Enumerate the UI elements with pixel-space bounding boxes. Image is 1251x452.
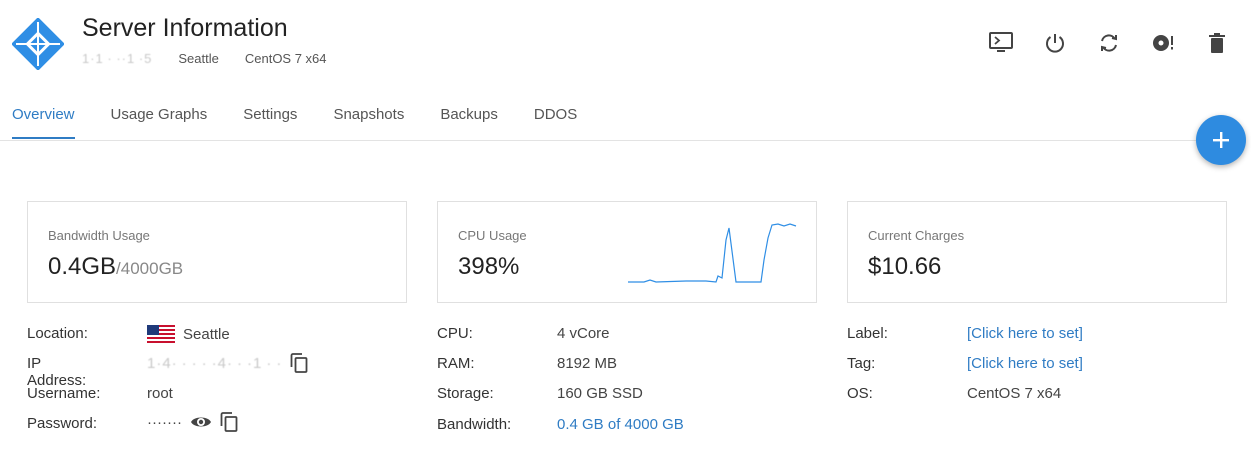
reinstall-icon: [1153, 35, 1173, 51]
cpu-card: CPU Usage 398%: [437, 201, 817, 303]
power-icon: [1046, 34, 1064, 53]
us-flag-icon: [147, 325, 175, 343]
location-text: Seattle: [183, 325, 230, 343]
copy-password-button[interactable]: [220, 412, 238, 432]
tag-label: Tag:: [847, 355, 876, 372]
storage-value: 160 GB SSD: [557, 385, 643, 402]
charges-card-value: $10.66: [868, 253, 942, 280]
tab-usage-graphs[interactable]: Usage Graphs: [111, 106, 208, 139]
eye-icon: [190, 417, 211, 427]
location-value: Seattle: [147, 325, 230, 343]
vultr-logo-icon: [11, 17, 65, 71]
tab-ddos[interactable]: DDOS: [534, 106, 577, 139]
bandwidth-card-label: Bandwidth Usage: [48, 228, 150, 243]
charges-card-label: Current Charges: [868, 228, 965, 243]
os-value: CentOS 7 x64: [967, 385, 1062, 402]
set-label-link[interactable]: [Click here to set]: [967, 325, 1083, 342]
username-value: root: [147, 385, 173, 402]
password-value: ·······: [147, 412, 238, 432]
set-tag-link[interactable]: [Click here to set]: [967, 355, 1083, 372]
restart-icon: [1101, 34, 1117, 52]
charges-card: Current Charges $10.66: [847, 201, 1227, 303]
server-os: CentOS 7 x64: [244, 51, 327, 66]
tab-overview[interactable]: Overview: [12, 106, 75, 139]
ip-label: IP Address:: [27, 355, 87, 389]
ram-value: 8192 MB: [557, 355, 618, 372]
password-text: ·······: [147, 413, 182, 431]
bandwidth-link[interactable]: 0.4 GB of 4000 GB: [557, 416, 684, 433]
copy-icon: [290, 353, 308, 373]
copy-ip-button[interactable]: [290, 353, 308, 373]
cpu-card-value: 398%: [458, 253, 520, 280]
bandwidth-used: 0.4GB: [48, 253, 117, 280]
plus-icon: [1213, 132, 1229, 148]
server-location: Seattle: [178, 51, 219, 66]
bandwidth-label: Bandwidth:: [437, 416, 512, 433]
show-password-button[interactable]: [190, 414, 212, 430]
bandwidth-card: Bandwidth Usage 0.4GB/4000GB: [27, 201, 407, 303]
restart-button[interactable]: [1096, 30, 1122, 56]
tab-bar: Overview Usage Graphs Settings Snapshots…: [12, 106, 577, 139]
page-title: Server Information: [82, 14, 288, 42]
ip-text: 1·​4· · · · ·4· · ·1 · ·: [147, 354, 283, 372]
bandwidth-card-value: 0.4GB/4000GB: [48, 253, 183, 281]
tab-settings[interactable]: Settings: [243, 106, 297, 139]
trash-icon: [1209, 33, 1225, 53]
console-button[interactable]: [988, 30, 1014, 56]
power-button[interactable]: [1042, 30, 1068, 56]
server-ip-masked: 1·1 · ··1 ·5: [82, 51, 153, 66]
os-label: OS:: [847, 385, 873, 402]
ram-label: RAM:: [437, 355, 475, 372]
username-label: Username:: [27, 385, 101, 402]
server-actions: [988, 30, 1230, 56]
storage-label: Storage:: [437, 385, 494, 402]
password-label: Password:: [27, 415, 98, 432]
ip-value: 1·​4· · · · ·4· · ·1 · ·: [147, 353, 308, 373]
add-button[interactable]: [1196, 115, 1246, 165]
label-label: Label:: [847, 325, 888, 342]
server-subinfo: 1·1 · ··1 ·5 Seattle CentOS 7 x64: [82, 51, 327, 66]
tab-backups[interactable]: Backups: [440, 106, 498, 139]
tab-snapshots[interactable]: Snapshots: [333, 106, 404, 139]
copy-icon: [220, 412, 238, 432]
cpu-card-label: CPU Usage: [458, 228, 527, 243]
bandwidth-total: /4000GB: [116, 259, 184, 278]
console-icon: [989, 32, 1013, 52]
location-label: Location:: [27, 325, 88, 342]
cpu-value: 4 vCore: [557, 325, 610, 342]
delete-button[interactable]: [1204, 30, 1230, 56]
cpu-label: CPU:: [437, 325, 473, 342]
reinstall-button[interactable]: [1150, 30, 1176, 56]
tab-divider: [0, 140, 1196, 141]
cpu-sparkline: [628, 223, 797, 283]
